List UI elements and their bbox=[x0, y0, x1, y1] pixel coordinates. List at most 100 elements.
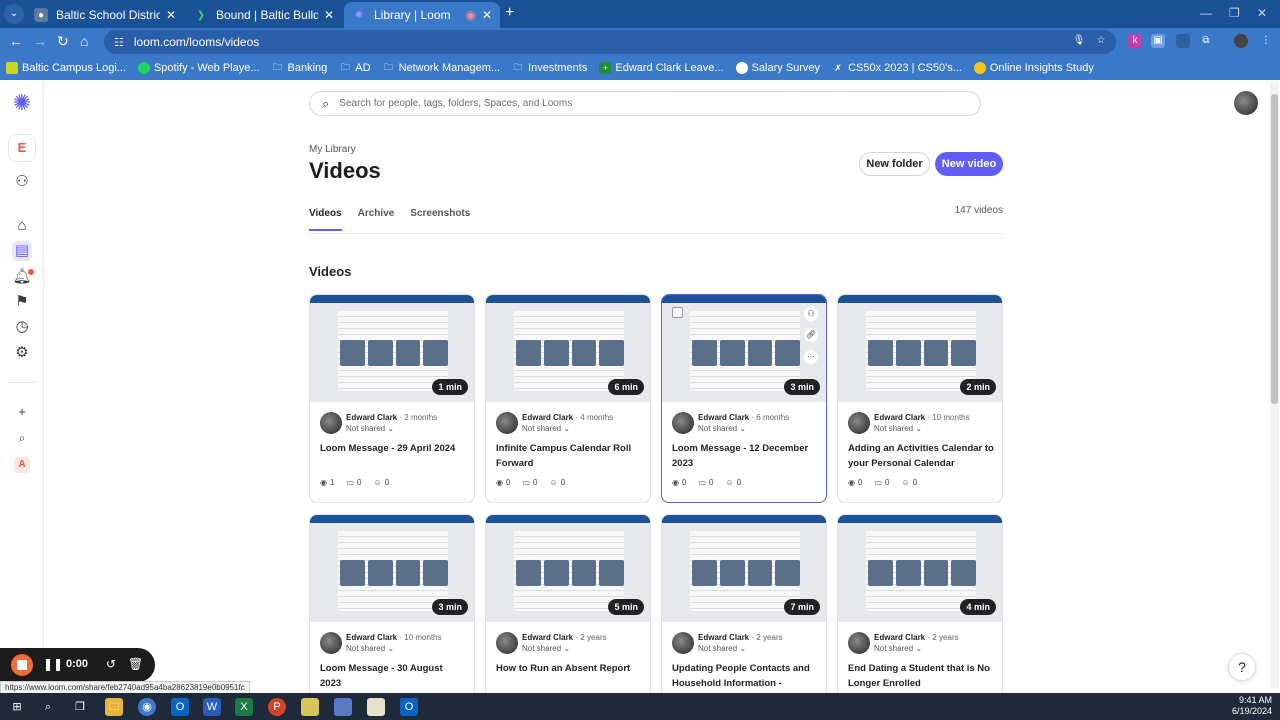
chrome-icon[interactable]: ◉ bbox=[138, 698, 156, 716]
address-bar[interactable]: ☷ loom.com/looms/videos bbox=[104, 30, 1116, 54]
more-options-icon[interactable]: ⋯ bbox=[804, 350, 818, 364]
windows-start-icon[interactable]: ⊞ bbox=[8, 698, 26, 716]
share-status[interactable]: Not shared ⌄ bbox=[698, 424, 746, 433]
share-status[interactable]: Not shared ⌄ bbox=[522, 424, 570, 433]
video-title[interactable]: End Dating a Student that is No Longer E… bbox=[848, 661, 994, 691]
bookmark-item[interactable]: Baltic Campus Logi... bbox=[6, 62, 126, 74]
bookmark-folder[interactable]: 🗀 AD bbox=[339, 62, 371, 74]
bookmark-item[interactable]: Online Insights Study bbox=[973, 62, 1094, 74]
task-view-icon[interactable]: ❐ bbox=[71, 698, 89, 716]
breadcrumb[interactable]: My Library bbox=[309, 144, 356, 155]
word-icon[interactable]: W bbox=[203, 698, 221, 716]
search-input[interactable]: ⌕ Search for people, tags, folders, Spac… bbox=[309, 91, 981, 116]
video-card[interactable]: 7 min Edward Clark · 2 years Not shared … bbox=[661, 514, 827, 720]
workspace-switcher[interactable]: E bbox=[8, 134, 36, 162]
tab-search-chevron-icon[interactable]: ⌄ bbox=[4, 4, 24, 24]
delete-trash-icon[interactable]: 🗑︎ bbox=[128, 657, 143, 671]
author-name[interactable]: Edward Clark bbox=[522, 413, 573, 422]
share-status[interactable]: Not shared ⌄ bbox=[346, 424, 394, 433]
browser-tab[interactable]: ❯ Bound | Baltic Bulldogs/Lady Bu ✕ bbox=[186, 2, 342, 28]
close-icon[interactable]: ✕ bbox=[482, 8, 492, 22]
share-people-icon[interactable]: ⚇ bbox=[804, 307, 818, 321]
video-thumbnail[interactable]: 2 min bbox=[838, 295, 1002, 402]
author-name[interactable]: Edward Clark bbox=[346, 413, 397, 422]
back-icon[interactable]: ← bbox=[9, 33, 23, 49]
home-icon[interactable]: ⌂ bbox=[80, 33, 88, 49]
file-explorer-icon[interactable]: 🗀 bbox=[105, 698, 123, 716]
members-icon[interactable]: ⚇ bbox=[12, 172, 32, 192]
copy-link-icon[interactable]: 🔗︎ bbox=[804, 328, 818, 342]
excel-icon[interactable]: X bbox=[235, 698, 253, 716]
bookmark-item[interactable]: + Edward Clark Leave... bbox=[599, 62, 724, 74]
tab-archive[interactable]: Archive bbox=[358, 208, 395, 231]
new-video-button[interactable]: New video bbox=[935, 152, 1003, 176]
bookmark-item[interactable]: Salary Survey bbox=[735, 62, 820, 74]
page-scrollbar[interactable] bbox=[1270, 82, 1279, 688]
library-icon[interactable]: ▤ bbox=[12, 241, 32, 261]
author-name[interactable]: Edward Clark bbox=[522, 633, 573, 642]
bookmark-item[interactable]: ✗ CS50x 2023 | CS50's... bbox=[832, 62, 962, 74]
outlook-icon[interactable]: O bbox=[400, 698, 418, 716]
stop-recording-button[interactable] bbox=[11, 654, 33, 676]
video-card[interactable]: 6 min Edward Clark · 4 months Not shared… bbox=[485, 294, 651, 503]
search-icon[interactable]: ⌕ bbox=[39, 698, 57, 716]
share-status[interactable]: Not shared ⌄ bbox=[346, 644, 394, 653]
video-thumbnail[interactable]: 1 min bbox=[310, 295, 474, 402]
share-status[interactable]: Not shared ⌄ bbox=[874, 424, 922, 433]
app-icon[interactable] bbox=[334, 698, 352, 716]
browser-tab-active[interactable]: ✺ Library | Loom ◉ ✕ bbox=[344, 2, 500, 28]
settings-gear-icon[interactable]: ⚙ bbox=[12, 343, 32, 363]
site-settings-icon[interactable]: ☷ bbox=[114, 36, 124, 49]
bookmark-folder[interactable]: 🗀 Network Managem... bbox=[383, 62, 500, 74]
browser-tab[interactable]: ● Baltic School District ✕ bbox=[26, 2, 184, 28]
close-icon[interactable]: ✕ bbox=[324, 8, 334, 22]
bookmark-icon[interactable]: ⚑ bbox=[12, 292, 32, 312]
bookmark-folder[interactable]: 🗀 Banking bbox=[272, 62, 327, 74]
video-title[interactable]: How to Run an Absent Report bbox=[496, 661, 642, 676]
video-title[interactable]: Loom Message - 12 December 2023 bbox=[672, 441, 818, 471]
system-clock[interactable]: 9:41 AM 6/19/2024 bbox=[1232, 695, 1272, 717]
user-avatar[interactable] bbox=[1234, 91, 1258, 115]
extension-k-icon[interactable]: k bbox=[1128, 34, 1142, 48]
author-name[interactable]: Edward Clark bbox=[346, 633, 397, 642]
video-card[interactable]: 1 min Edward Clark · 2 months Not shared… bbox=[309, 294, 475, 503]
add-plus-icon[interactable]: + bbox=[12, 402, 32, 422]
extension-icon[interactable] bbox=[1176, 34, 1190, 48]
new-folder-button[interactable]: New folder bbox=[859, 152, 930, 176]
new-tab-plus-icon[interactable]: + bbox=[505, 4, 514, 22]
video-card[interactable]: 3 min Edward Clark · 6 months Not shared… bbox=[661, 294, 827, 503]
share-status[interactable]: Not shared ⌄ bbox=[874, 644, 922, 653]
minimize-icon[interactable]: — bbox=[1200, 6, 1212, 20]
video-thumbnail[interactable]: 3 min bbox=[662, 295, 826, 402]
browser-menu-icon[interactable]: ⋮ bbox=[1259, 34, 1273, 48]
restore-icon[interactable]: ❐ bbox=[1229, 6, 1240, 20]
share-status[interactable]: Not shared ⌄ bbox=[698, 644, 746, 653]
close-icon[interactable]: ✕ bbox=[166, 8, 176, 22]
video-title[interactable]: Loom Message - 29 April 2024 bbox=[320, 441, 466, 456]
tab-screenshots[interactable]: Screenshots bbox=[410, 208, 470, 231]
scrollbar-thumb[interactable] bbox=[1271, 94, 1278, 404]
video-thumbnail[interactable]: 7 min bbox=[662, 515, 826, 622]
extensions-puzzle-icon[interactable]: ⧉ bbox=[1199, 34, 1213, 48]
home-icon[interactable]: ⌂ bbox=[12, 216, 32, 236]
powerpoint-icon[interactable]: P bbox=[268, 698, 286, 716]
space-avatar[interactable]: A bbox=[14, 457, 30, 473]
video-thumbnail[interactable]: 3 min bbox=[310, 515, 474, 622]
outlook-icon[interactable]: O bbox=[171, 698, 189, 716]
author-name[interactable]: Edward Clark bbox=[874, 633, 925, 642]
microphone-icon[interactable]: 🎙 bbox=[1072, 34, 1086, 48]
share-status[interactable]: Not shared ⌄ bbox=[522, 644, 570, 653]
video-card[interactable]: 4 min Edward Clark · 2 years Not shared … bbox=[837, 514, 1003, 720]
video-thumbnail[interactable]: 6 min bbox=[486, 295, 650, 402]
select-checkbox[interactable] bbox=[672, 307, 683, 318]
bookmark-folder[interactable]: 🗀 Investments bbox=[512, 62, 588, 74]
video-card[interactable]: 3 min Edward Clark · 10 months Not share… bbox=[309, 514, 475, 720]
video-thumbnail[interactable]: 4 min bbox=[838, 515, 1002, 622]
help-button[interactable]: ? bbox=[1228, 653, 1256, 681]
video-card[interactable]: 2 min Edward Clark · 10 months Not share… bbox=[837, 294, 1003, 503]
pause-icon[interactable]: ❚❚ bbox=[43, 657, 63, 671]
forward-icon[interactable]: → bbox=[33, 33, 47, 49]
video-card[interactable]: 5 min Edward Clark · 2 years Not shared … bbox=[485, 514, 651, 720]
notepad-icon[interactable] bbox=[367, 698, 385, 716]
author-name[interactable]: Edward Clark bbox=[698, 413, 749, 422]
